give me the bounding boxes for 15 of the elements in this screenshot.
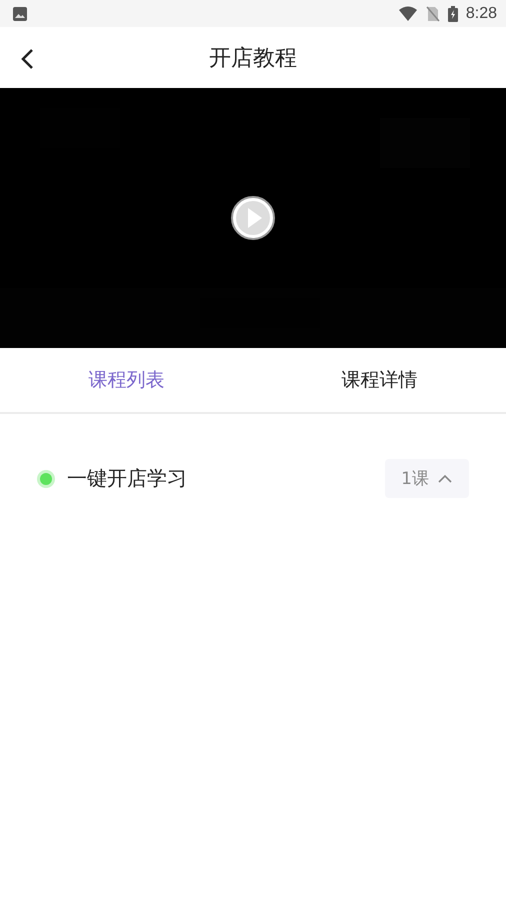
status-dot-icon — [36, 468, 56, 488]
no-sim-icon — [426, 6, 440, 22]
tab[interactable]: 课程列表 — [0, 348, 253, 412]
image-icon — [12, 6, 28, 22]
back-icon — [20, 48, 34, 70]
tab[interactable]: 课程详情 — [253, 348, 506, 412]
status-time: 8:28 — [466, 4, 497, 22]
wifi-icon — [398, 6, 418, 22]
page-title: 开店教程 — [209, 44, 297, 72]
lesson-count-toggle[interactable]: 1课 — [385, 459, 469, 498]
play-button[interactable] — [230, 195, 276, 241]
battery-icon — [448, 6, 458, 22]
play-icon — [230, 195, 276, 241]
chapter-title: 一键开店学习 — [67, 465, 187, 492]
chevron-up-icon — [437, 474, 453, 484]
